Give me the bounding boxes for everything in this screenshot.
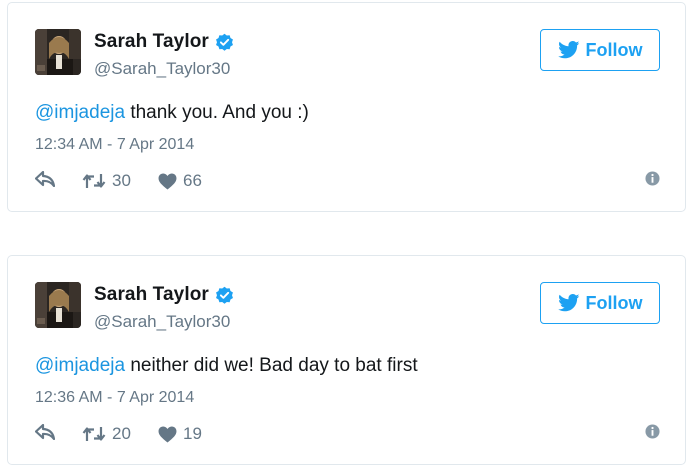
reply-icon <box>35 171 55 187</box>
timestamp[interactable]: 12:36 AM - 7 Apr 2014 <box>35 389 194 407</box>
follow-label: Follow <box>585 39 643 60</box>
heart-icon <box>158 172 177 190</box>
info-button[interactable] <box>645 171 660 186</box>
mention-link[interactable]: @imjadeja <box>35 102 125 123</box>
tweet-actions: 30 66 <box>35 171 660 195</box>
tweet-body: thank you. And you :) <box>125 102 309 123</box>
user-handle[interactable]: @Sarah_Taylor30 <box>94 59 230 79</box>
like-button[interactable]: 19 <box>158 424 202 444</box>
verified-badge-icon <box>215 33 234 52</box>
retweet-count: 20 <box>112 424 131 443</box>
retweet-icon <box>82 426 106 442</box>
tweet-text: @imjadeja neither did we! Bad day to bat… <box>35 355 418 377</box>
tweet-card[interactable]: Sarah Taylor @Sarah_Taylor30 Follow @imj… <box>7 2 686 212</box>
info-icon <box>645 424 660 439</box>
name-row: Sarah Taylor <box>94 284 234 306</box>
user-handle[interactable]: @Sarah_Taylor30 <box>94 312 230 332</box>
retweet-button[interactable]: 20 <box>82 424 131 444</box>
like-count: 19 <box>183 424 202 443</box>
tweet-body: neither did we! Bad day to bat first <box>125 355 418 376</box>
display-name[interactable]: Sarah Taylor <box>94 31 209 53</box>
follow-button[interactable]: Follow <box>540 282 660 324</box>
info-button[interactable] <box>645 424 660 439</box>
follow-label: Follow <box>585 292 643 313</box>
timestamp[interactable]: 12:34 AM - 7 Apr 2014 <box>35 136 194 154</box>
name-row: Sarah Taylor <box>94 31 234 53</box>
avatar[interactable] <box>35 282 81 328</box>
reply-button[interactable] <box>35 171 55 187</box>
twitter-bird-icon <box>557 41 580 59</box>
tweet-actions: 20 19 <box>35 424 660 448</box>
reply-icon <box>35 424 55 440</box>
tweet-text: @imjadeja thank you. And you :) <box>35 102 309 124</box>
mention-link[interactable]: @imjadeja <box>35 355 125 376</box>
follow-button[interactable]: Follow <box>540 29 660 71</box>
display-name[interactable]: Sarah Taylor <box>94 284 209 306</box>
reply-button[interactable] <box>35 424 55 440</box>
retweet-button[interactable]: 30 <box>82 171 131 191</box>
info-icon <box>645 171 660 186</box>
twitter-bird-icon <box>557 294 580 312</box>
like-button[interactable]: 66 <box>158 171 202 191</box>
like-count: 66 <box>183 171 202 190</box>
tweet-card[interactable]: Sarah Taylor @Sarah_Taylor30 Follow @imj… <box>7 255 686 465</box>
verified-badge-icon <box>215 286 234 305</box>
heart-icon <box>158 425 177 443</box>
retweet-count: 30 <box>112 171 131 190</box>
avatar[interactable] <box>35 29 81 75</box>
retweet-icon <box>82 173 106 189</box>
